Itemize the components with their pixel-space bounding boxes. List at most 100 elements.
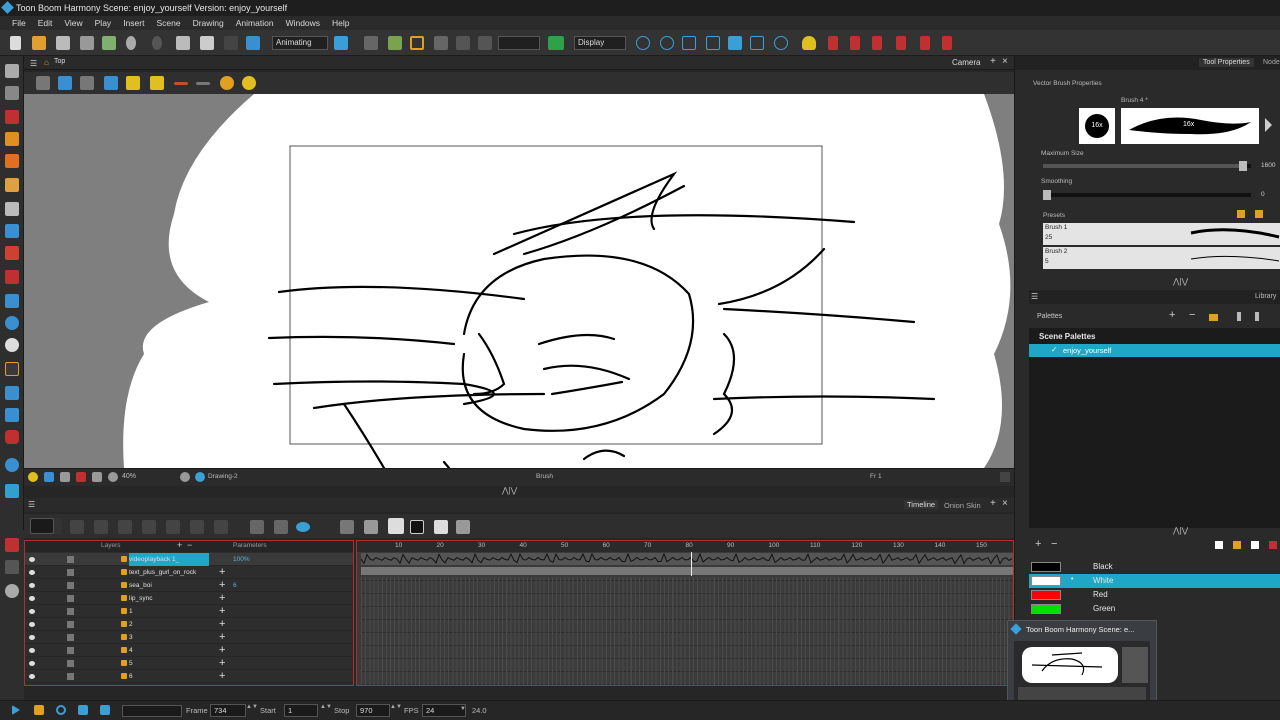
paint-icon[interactable] <box>220 76 234 90</box>
color-row[interactable]: • White <box>1029 574 1280 588</box>
brush-preview-icon[interactable] <box>30 518 54 534</box>
red-marker-icon[interactable] <box>76 472 86 482</box>
bounding-box-icon[interactable] <box>410 36 424 50</box>
frame-cells-grid[interactable] <box>361 577 1013 685</box>
light-bulb-icon[interactable] <box>802 36 816 50</box>
key-all-icon[interactable] <box>828 36 838 50</box>
palette-item-selected[interactable]: ✓ enjoy_yourself <box>1029 344 1280 357</box>
create-drawing-icon[interactable] <box>118 520 132 534</box>
sound-scrub-icon[interactable] <box>100 705 110 715</box>
tab-tool-properties[interactable]: Tool Properties <box>1199 58 1254 67</box>
close-icon[interactable]: × <box>1002 498 1008 509</box>
frame-ruler[interactable]: 10 20 30 40 50 60 70 80 90 100 110 120 130 140 150 <box>357 541 1013 552</box>
grid-snap-icon[interactable] <box>456 36 470 50</box>
tab-node[interactable]: Node <box>1263 59 1280 66</box>
ink-tool-icon[interactable] <box>5 430 19 444</box>
peg-icon[interactable] <box>636 36 650 50</box>
visibility-icon[interactable] <box>29 609 35 614</box>
layer-name[interactable]: 1 <box>129 605 133 618</box>
timeline-frames[interactable]: 10 20 30 40 50 60 70 80 90 100 110 120 130 140 150 <box>356 540 1014 686</box>
menu-edit[interactable]: Edit <box>32 16 59 30</box>
field-chart-icon[interactable] <box>80 76 94 90</box>
menu-drawing[interactable]: Drawing <box>187 16 230 30</box>
playback-options-icon[interactable] <box>334 36 348 50</box>
extend-exposure-icon[interactable] <box>340 520 354 534</box>
visibility-icon[interactable] <box>29 622 35 627</box>
collapse-arrows-icon[interactable]: ⋀|⋁ <box>1173 277 1188 286</box>
camera-canvas[interactable] <box>24 94 1014 468</box>
save-as-icon[interactable] <box>80 36 94 50</box>
deform-icon[interactable] <box>728 36 742 50</box>
view-tab-top[interactable]: Top <box>54 58 65 65</box>
rename-drawing-icon[interactable] <box>166 520 180 534</box>
smoothing-thumb[interactable] <box>1043 190 1051 200</box>
add-keyframe-icon[interactable]: + <box>219 606 225 617</box>
audio-waveform-track[interactable] <box>360 552 1013 565</box>
save-all-icon[interactable] <box>102 36 116 50</box>
paste-icon[interactable] <box>224 36 238 50</box>
zoom-reset-icon[interactable] <box>108 472 118 482</box>
frame-view-icon[interactable] <box>60 472 70 482</box>
insert-keyframe-icon[interactable] <box>190 520 204 534</box>
drawing-canvas[interactable] <box>24 94 1014 468</box>
palette-menu-icon[interactable]: ☰ <box>1031 292 1038 301</box>
save-icon[interactable] <box>56 36 70 50</box>
onion-skin-toggle-icon[interactable] <box>388 518 404 534</box>
menu-help[interactable]: Help <box>326 16 355 30</box>
visibility-icon[interactable] <box>29 635 35 640</box>
layer-name[interactable]: 6 <box>129 670 133 683</box>
copy-icon[interactable] <box>200 36 214 50</box>
settings-gear-icon[interactable] <box>5 584 19 598</box>
key-reset-icon[interactable] <box>942 36 952 50</box>
pencil-tool-icon[interactable] <box>5 132 19 146</box>
eraser-icon[interactable] <box>5 178 19 192</box>
layer-row[interactable]: 2 + <box>25 618 353 631</box>
morph-icon[interactable] <box>5 294 19 308</box>
collapse-arrows-icon[interactable]: ⋀|⋁ <box>502 486 517 495</box>
menu-view[interactable]: View <box>58 16 88 30</box>
remove-palette-button[interactable]: − <box>1189 309 1195 321</box>
sound-icon[interactable] <box>78 705 88 715</box>
grid-icon[interactable] <box>36 76 50 90</box>
palette-folder-icon[interactable] <box>1209 314 1218 321</box>
layer-name[interactable]: 3 <box>129 631 133 644</box>
layer-color-swatch[interactable] <box>67 569 74 576</box>
layer-color-swatch[interactable] <box>67 556 74 563</box>
add-palette-button[interactable]: + <box>1169 309 1175 321</box>
frame-spinner-icon[interactable]: ▲▼ <box>246 704 258 710</box>
light-table-icon[interactable] <box>410 520 424 534</box>
key-skew-icon[interactable] <box>896 36 906 50</box>
curve-icon[interactable] <box>706 36 720 50</box>
move-up-icon[interactable] <box>1255 312 1259 321</box>
color-swatch[interactable] <box>1031 562 1061 572</box>
display-select[interactable]: Display <box>574 36 626 50</box>
layer-color-swatch[interactable] <box>67 673 74 680</box>
layer-row[interactable]: 1 + <box>25 605 353 618</box>
safe-area-icon[interactable] <box>58 76 72 90</box>
color-picker-icon[interactable] <box>1269 541 1277 549</box>
visibility-icon[interactable] <box>29 583 35 588</box>
add-keyframe-icon[interactable]: + <box>219 580 225 591</box>
remove-layer-button[interactable]: − <box>187 540 192 550</box>
gear-icon[interactable] <box>180 472 190 482</box>
new-preset-icon[interactable] <box>1237 210 1245 218</box>
dotted-line-icon[interactable] <box>196 82 210 85</box>
layer-color-swatch[interactable] <box>67 595 74 602</box>
layer-color-swatch[interactable] <box>67 634 74 641</box>
layers-icon[interactable] <box>5 484 19 498</box>
add-keyframe-icon[interactable]: + <box>219 593 225 604</box>
volume-slider[interactable] <box>122 705 182 717</box>
menu-windows[interactable]: Windows <box>280 16 326 30</box>
layer-name[interactable]: videoplayback 1_ <box>129 553 210 566</box>
layer-name[interactable]: 2 <box>129 618 133 631</box>
add-keyframe-icon[interactable]: + <box>219 567 225 578</box>
add-keyframe-icon[interactable]: + <box>219 645 225 656</box>
visibility-icon[interactable] <box>29 661 35 666</box>
visibility-icon[interactable] <box>29 557 35 562</box>
visibility-icon[interactable] <box>29 570 35 575</box>
hand-tool-icon[interactable] <box>5 338 19 352</box>
dropper-icon[interactable] <box>5 270 19 284</box>
layer-name[interactable]: 5 <box>129 657 133 670</box>
layer-name[interactable]: 4 <box>129 644 133 657</box>
color-row[interactable]: Black <box>1029 560 1280 574</box>
